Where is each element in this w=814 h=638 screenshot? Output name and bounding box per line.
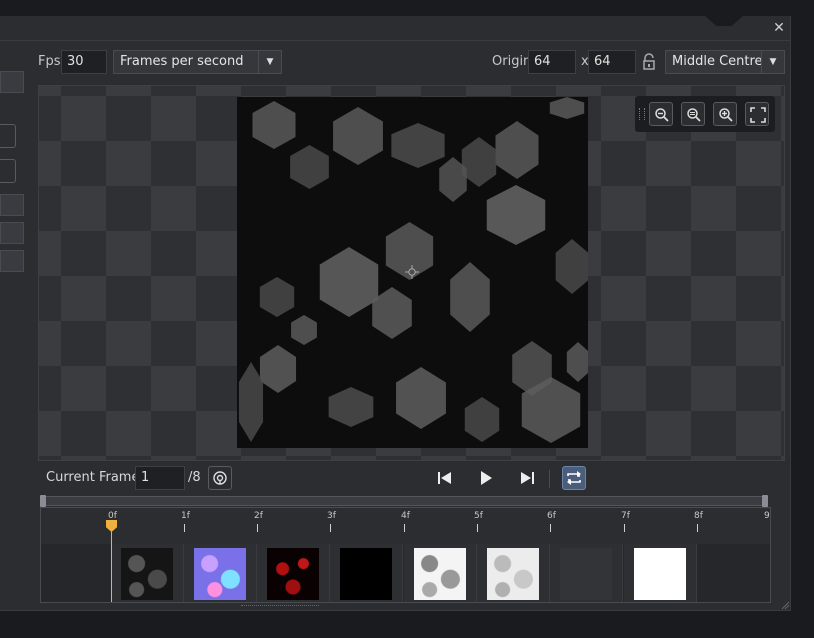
timeline-scrollbar[interactable]: [40, 495, 768, 507]
left-panel: [0, 41, 30, 610]
tick-label: 8f: [694, 511, 703, 521]
frame-cell-0[interactable]: [111, 544, 184, 602]
next-frame-button[interactable]: [515, 466, 539, 490]
left-panel-button-2[interactable]: [0, 222, 24, 244]
origin-preset-value: Middle Centre: [672, 54, 763, 69]
previous-frame-button[interactable]: [433, 466, 457, 490]
skip-next-icon: [521, 472, 534, 484]
fullscreen-icon: [750, 107, 766, 123]
chevron-down-icon: ▼: [761, 51, 784, 73]
frame-cell-7[interactable]: [624, 544, 697, 602]
fullscreen-button[interactable]: [745, 102, 769, 126]
zoom-out-button[interactable]: [649, 102, 673, 126]
zoom-in-button[interactable]: [713, 102, 737, 126]
loop-toggle-button[interactable]: [562, 466, 586, 490]
sprite-canvas[interactable]: [38, 85, 785, 461]
left-panel-button-3[interactable]: [0, 250, 24, 272]
play-button[interactable]: [474, 466, 498, 490]
tick-label: 1f: [181, 511, 190, 521]
grip-icon[interactable]: [639, 108, 645, 120]
tick-label: 3f: [327, 511, 336, 521]
frame-cell-4[interactable]: [404, 544, 477, 602]
title-bar[interactable]: ✕: [0, 16, 790, 41]
resize-grip[interactable]: [241, 605, 319, 609]
frame-thumbnail-diffuse: [121, 548, 173, 600]
playback-controls: Current Frame: 1 /8: [38, 463, 785, 493]
origin-y-input[interactable]: 64: [588, 50, 636, 74]
frame-cell-2[interactable]: [257, 544, 330, 602]
current-frame-input[interactable]: 1: [135, 466, 185, 490]
onion-skin-icon: [213, 471, 227, 485]
playhead-line: [111, 520, 112, 602]
frame-cell-1[interactable]: [184, 544, 257, 602]
timeline-ruler[interactable]: 0f 1f 2f 3f 4f 5f 6f 7f 8f 9: [41, 508, 770, 545]
origin-x-input[interactable]: 64: [528, 50, 576, 74]
lock-icon[interactable]: [642, 53, 656, 71]
frame-thumbnail-normal: [194, 548, 246, 600]
onion-skin-button[interactable]: [208, 466, 232, 490]
total-frames: /8: [188, 470, 201, 485]
origin-label: Origin: [492, 54, 532, 69]
tick-label: 4f: [401, 511, 410, 521]
frame-thumbnail-black: [340, 548, 392, 600]
frame-thumbnail-empty: [560, 548, 612, 600]
frame-cell-5[interactable]: [477, 544, 550, 602]
zoom-in-icon: [719, 108, 733, 122]
tick-label: 7f: [621, 511, 630, 521]
left-panel-button-1[interactable]: [0, 194, 24, 216]
tick-label: 9: [764, 511, 770, 521]
left-panel-toggle-2[interactable]: [0, 159, 16, 183]
divider: [549, 470, 550, 488]
scrollbar-handle-left[interactable]: [40, 495, 46, 507]
zoom-out-icon: [655, 108, 669, 122]
tick-label: 6f: [547, 511, 556, 521]
sprite-toolbar: Fps 30 Frames per second ▼ Origin 64 x 6…: [38, 50, 788, 74]
tick-label: 2f: [254, 511, 263, 521]
origin-preset-dropdown[interactable]: Middle Centre ▼: [665, 50, 785, 74]
chevron-down-icon: ▼: [258, 51, 281, 73]
scrollbar-handle-right[interactable]: [762, 495, 768, 507]
close-button[interactable]: ✕: [769, 18, 789, 38]
frame-cell-6[interactable]: [550, 544, 623, 602]
skip-previous-icon: [438, 472, 451, 484]
fps-label: Fps: [38, 54, 61, 69]
zoom-reset-icon: [687, 108, 701, 122]
frame-thumbnail-roughness: [414, 548, 466, 600]
fps-input[interactable]: 30: [61, 50, 107, 74]
title-notch: [705, 16, 743, 26]
frame-thumbnail-white: [634, 548, 686, 600]
tick-label: 0f: [108, 511, 117, 521]
loop-icon: [567, 471, 581, 485]
frame-cell-3[interactable]: [330, 544, 403, 602]
frame-thumbnail-height: [487, 548, 539, 600]
fps-mode-value: Frames per second: [120, 54, 244, 69]
fps-mode-dropdown[interactable]: Frames per second ▼: [113, 50, 282, 74]
origin-crosshair-icon[interactable]: [405, 265, 419, 279]
frame-timeline[interactable]: 0f 1f 2f 3f 4f 5f 6f 7f 8f 9: [40, 507, 771, 603]
zoom-toolbar: [635, 96, 775, 132]
current-frame-label: Current Frame:: [46, 470, 144, 485]
zoom-reset-button[interactable]: [681, 102, 705, 126]
resize-corner-icon[interactable]: [780, 600, 790, 610]
left-panel-field[interactable]: [0, 71, 24, 93]
play-icon: [481, 471, 492, 485]
left-panel-toggle-1[interactable]: [0, 124, 16, 148]
tick-label: 5f: [474, 511, 483, 521]
frame-thumbnail-emissive: [267, 548, 319, 600]
frame-strip: [41, 544, 770, 602]
